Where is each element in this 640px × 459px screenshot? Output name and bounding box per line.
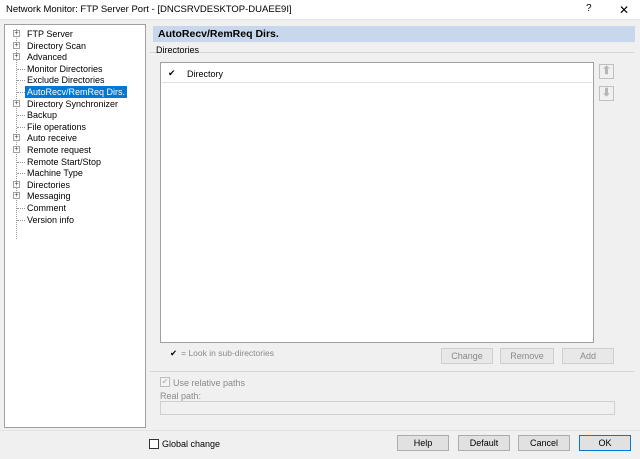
move-down-button[interactable]: ⬇ [599,86,614,101]
expand-icon[interactable]: + [13,30,20,37]
move-up-button[interactable]: ⬆ [599,64,614,79]
expand-icon[interactable]: + [13,134,20,142]
tree-connector [17,68,25,70]
tree-item-label: Auto receive [27,133,78,144]
tree-item[interactable]: Remote Start/Stop [5,156,145,168]
global-change-checkbox[interactable] [149,439,159,449]
tree-item[interactable]: + Messaging [5,190,145,202]
tree-item-label: Backup [27,110,58,121]
subdir-check-icon: ✔ [168,68,176,78]
tree-item[interactable]: Backup [5,109,145,121]
tree-connector [17,126,25,128]
window-title: Network Monitor: FTP Server Port - [DNCS… [6,4,292,15]
tree-item-label: Messaging [27,191,71,202]
expand-icon[interactable]: + [13,192,20,200]
tree-item[interactable]: Comment [5,202,145,214]
tree-item[interactable]: + Directory Synchronizer [5,98,145,110]
tree-item-label: Version info [27,214,75,225]
real-path-label: Real path: [160,391,202,401]
expand-icon[interactable]: + [13,41,20,49]
tree-item[interactable]: Monitor Directories [5,63,145,75]
default-button[interactable]: Default [458,435,510,451]
expand-icon[interactable]: + [13,53,20,61]
tree-item[interactable]: + Advanced [5,51,145,63]
section-divider [150,371,634,372]
legend-check-icon: ✔ [170,348,178,358]
tree-connector [17,173,25,175]
add-button[interactable]: Add [562,348,614,364]
tree-connector [17,80,25,82]
tree-connector [17,115,25,117]
tree-item-label: File operations [27,121,87,132]
cancel-button[interactable]: Cancel [518,435,570,451]
tree-item-label: Machine Type [27,168,83,179]
panel-title: AutoRecv/RemReq Dirs. [153,26,635,42]
ok-button[interactable]: OK [579,435,631,451]
tree-item[interactable]: Exclude Directories [5,74,145,86]
remove-button[interactable]: Remove [500,348,554,364]
tree-item-label: Exclude Directories [27,75,105,86]
expand-icon[interactable]: + [13,99,20,107]
directory-list-header[interactable]: ✔ Directory [162,65,592,83]
footer-divider [0,430,640,431]
tree-item-label: Remote Start/Stop [27,156,102,167]
use-relative-paths-checkbox[interactable]: ✔ [160,377,170,387]
real-path-input[interactable] [160,401,615,415]
tree-item[interactable]: + FTP Server [5,28,145,40]
arrow-down-icon: ⬇ [601,87,612,99]
tree-item[interactable]: File operations [5,121,145,133]
tree-item[interactable]: + Remote request [5,144,145,156]
tree-connector [17,208,25,209]
tree-item[interactable]: + Auto receive [5,132,145,144]
directory-column-label: Directory [187,69,224,79]
tree-item[interactable]: + Directories [5,179,145,191]
tree-item-label: Monitor Directories [27,63,103,74]
arrow-up-icon: ⬆ [601,65,612,77]
tree-item-label: FTP Server [27,29,73,39]
expand-icon[interactable]: + [13,180,20,188]
tree-item[interactable]: + Directory Scan [5,40,145,52]
directory-list[interactable]: ✔ Directory [160,62,594,343]
tree-item-label: Directories [27,179,71,190]
tree-item-label: Advanced [27,52,68,63]
settings-tree[interactable]: + FTP Server + Directory Scan + Advanced Monit… [4,24,146,428]
subdirectory-legend: ✔ = Look in sub-directories [170,348,274,359]
legend-text: = Look in sub-directories [181,348,274,358]
directories-group-label: Directories [156,45,200,55]
tree-item-label: Comment [27,203,67,213]
global-change-label: Global change [162,439,221,449]
tree-item-label: Directory Scan [27,40,87,51]
tree-connector [17,92,25,93]
help-icon[interactable]: ? [586,3,592,14]
title-bar: Network Monitor: FTP Server Port - [DNCS… [0,0,640,20]
change-button[interactable]: Change [441,348,493,364]
tree-connector [17,219,25,221]
tree-connector [17,161,25,163]
tree-item[interactable]: Machine Type [5,167,145,179]
tree-item[interactable]: Version info [5,214,145,226]
use-relative-paths-label: Use relative paths [173,378,246,388]
tree-item-label: AutoRecv/RemReq Dirs. [25,86,128,98]
expand-icon[interactable]: + [13,146,20,153]
help-button[interactable]: Help [397,435,449,451]
tree-item-label: Remote request [27,145,92,155]
close-icon[interactable]: ✕ [608,0,640,20]
tree-item[interactable]: AutoRecv/RemReq Dirs. [5,86,145,98]
group-divider [150,52,634,53]
tree-item-label: Directory Synchronizer [27,98,119,109]
